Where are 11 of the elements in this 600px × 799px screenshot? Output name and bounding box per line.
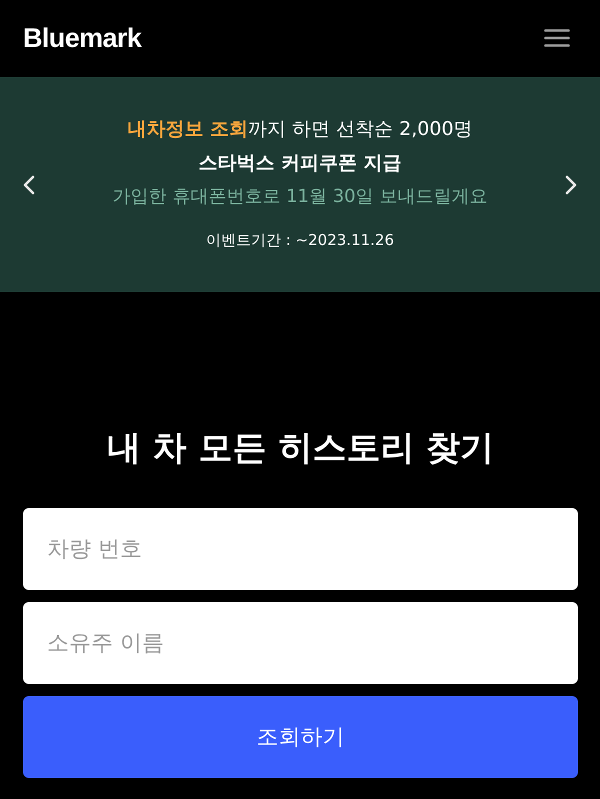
banner-headline: 내차정보 조회까지 하면 선착순 2,000명	[127, 117, 473, 142]
search-heading: 내 차 모든 히스토리 찾기	[106, 427, 496, 470]
menu-button[interactable]	[542, 26, 572, 50]
input-field[interactable]: 차량 번호	[23, 508, 578, 590]
logo[interactable]: Bluemark	[23, 24, 142, 52]
input-field[interactable]: 소유주 이름	[23, 602, 578, 684]
menu-icon	[544, 29, 570, 47]
search-button[interactable]: 조회하기	[23, 696, 578, 778]
banner-title: 스타벅스 커피쿠폰 지급	[198, 151, 402, 176]
banner-note: 가입한 휴대폰번호로 11월 30일 보내드릴게요	[112, 185, 488, 209]
event-period: 이벤트기간 : ~2023.11.26	[206, 230, 394, 251]
